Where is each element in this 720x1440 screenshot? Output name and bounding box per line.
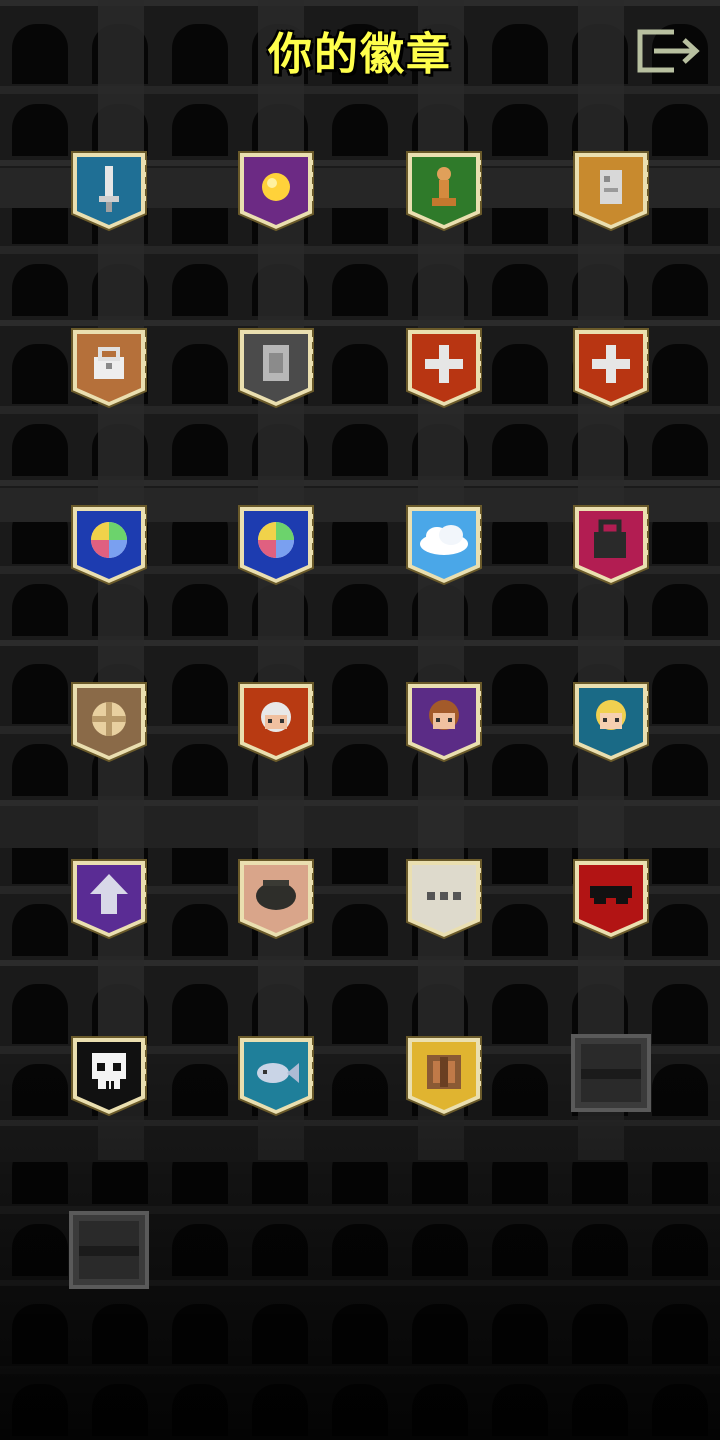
gold-badge[interactable] bbox=[235, 148, 317, 234]
chest-icon bbox=[71, 328, 147, 409]
plus-icon bbox=[406, 328, 482, 409]
pawn-icon bbox=[406, 151, 482, 232]
huntress-badge[interactable] bbox=[570, 679, 652, 765]
exit-button[interactable] bbox=[636, 26, 706, 76]
face-white-icon bbox=[238, 682, 314, 763]
face-blonde-icon bbox=[573, 682, 649, 763]
mask-badge[interactable] bbox=[570, 856, 652, 942]
locked-badge-2[interactable] bbox=[68, 1210, 150, 1296]
crate-badge[interactable] bbox=[403, 1033, 485, 1119]
gold-icon bbox=[238, 151, 314, 232]
mask-icon bbox=[573, 859, 649, 940]
cloud-badge[interactable] bbox=[403, 502, 485, 588]
sword-icon bbox=[71, 151, 147, 232]
page-title: 你的徽章 bbox=[268, 29, 452, 80]
food-icon bbox=[71, 682, 147, 763]
scroll-badge[interactable] bbox=[570, 148, 652, 234]
rogue-badge[interactable] bbox=[403, 679, 485, 765]
gem-icon bbox=[71, 505, 147, 586]
scroll-icon bbox=[573, 151, 649, 232]
bag-badge[interactable] bbox=[570, 502, 652, 588]
gem-badge-2[interactable] bbox=[235, 502, 317, 588]
locked-badge-icon bbox=[69, 1211, 149, 1289]
plus-icon bbox=[573, 328, 649, 409]
exit-door-arrow-icon bbox=[637, 29, 700, 73]
skull-badge[interactable] bbox=[68, 1033, 150, 1119]
heal-badge-2[interactable] bbox=[570, 325, 652, 411]
item-badge[interactable] bbox=[235, 325, 317, 411]
item-icon bbox=[238, 328, 314, 409]
gem-icon bbox=[238, 505, 314, 586]
face-brown-icon bbox=[406, 682, 482, 763]
locked-badge-1[interactable] bbox=[570, 1033, 652, 1119]
dots-icon bbox=[406, 859, 482, 940]
heal-badge-1[interactable] bbox=[403, 325, 485, 411]
fish-icon bbox=[238, 1036, 314, 1117]
crate-icon bbox=[406, 1036, 482, 1117]
dots-badge[interactable] bbox=[403, 856, 485, 942]
bag-icon bbox=[573, 505, 649, 586]
cloud-icon bbox=[406, 505, 482, 586]
warrior-badge[interactable] bbox=[235, 679, 317, 765]
pot-badge[interactable] bbox=[235, 856, 317, 942]
gem-badge-1[interactable] bbox=[68, 502, 150, 588]
fish-badge[interactable] bbox=[235, 1033, 317, 1119]
chest-badge[interactable] bbox=[68, 325, 150, 411]
arrow-icon bbox=[71, 859, 147, 940]
pot-icon bbox=[238, 859, 314, 940]
skull-icon bbox=[71, 1036, 147, 1117]
pawn-badge[interactable] bbox=[403, 148, 485, 234]
level-up-badge[interactable] bbox=[68, 856, 150, 942]
food-badge[interactable] bbox=[68, 679, 150, 765]
sword-badge[interactable] bbox=[68, 148, 150, 234]
locked-badge-icon bbox=[571, 1034, 651, 1112]
